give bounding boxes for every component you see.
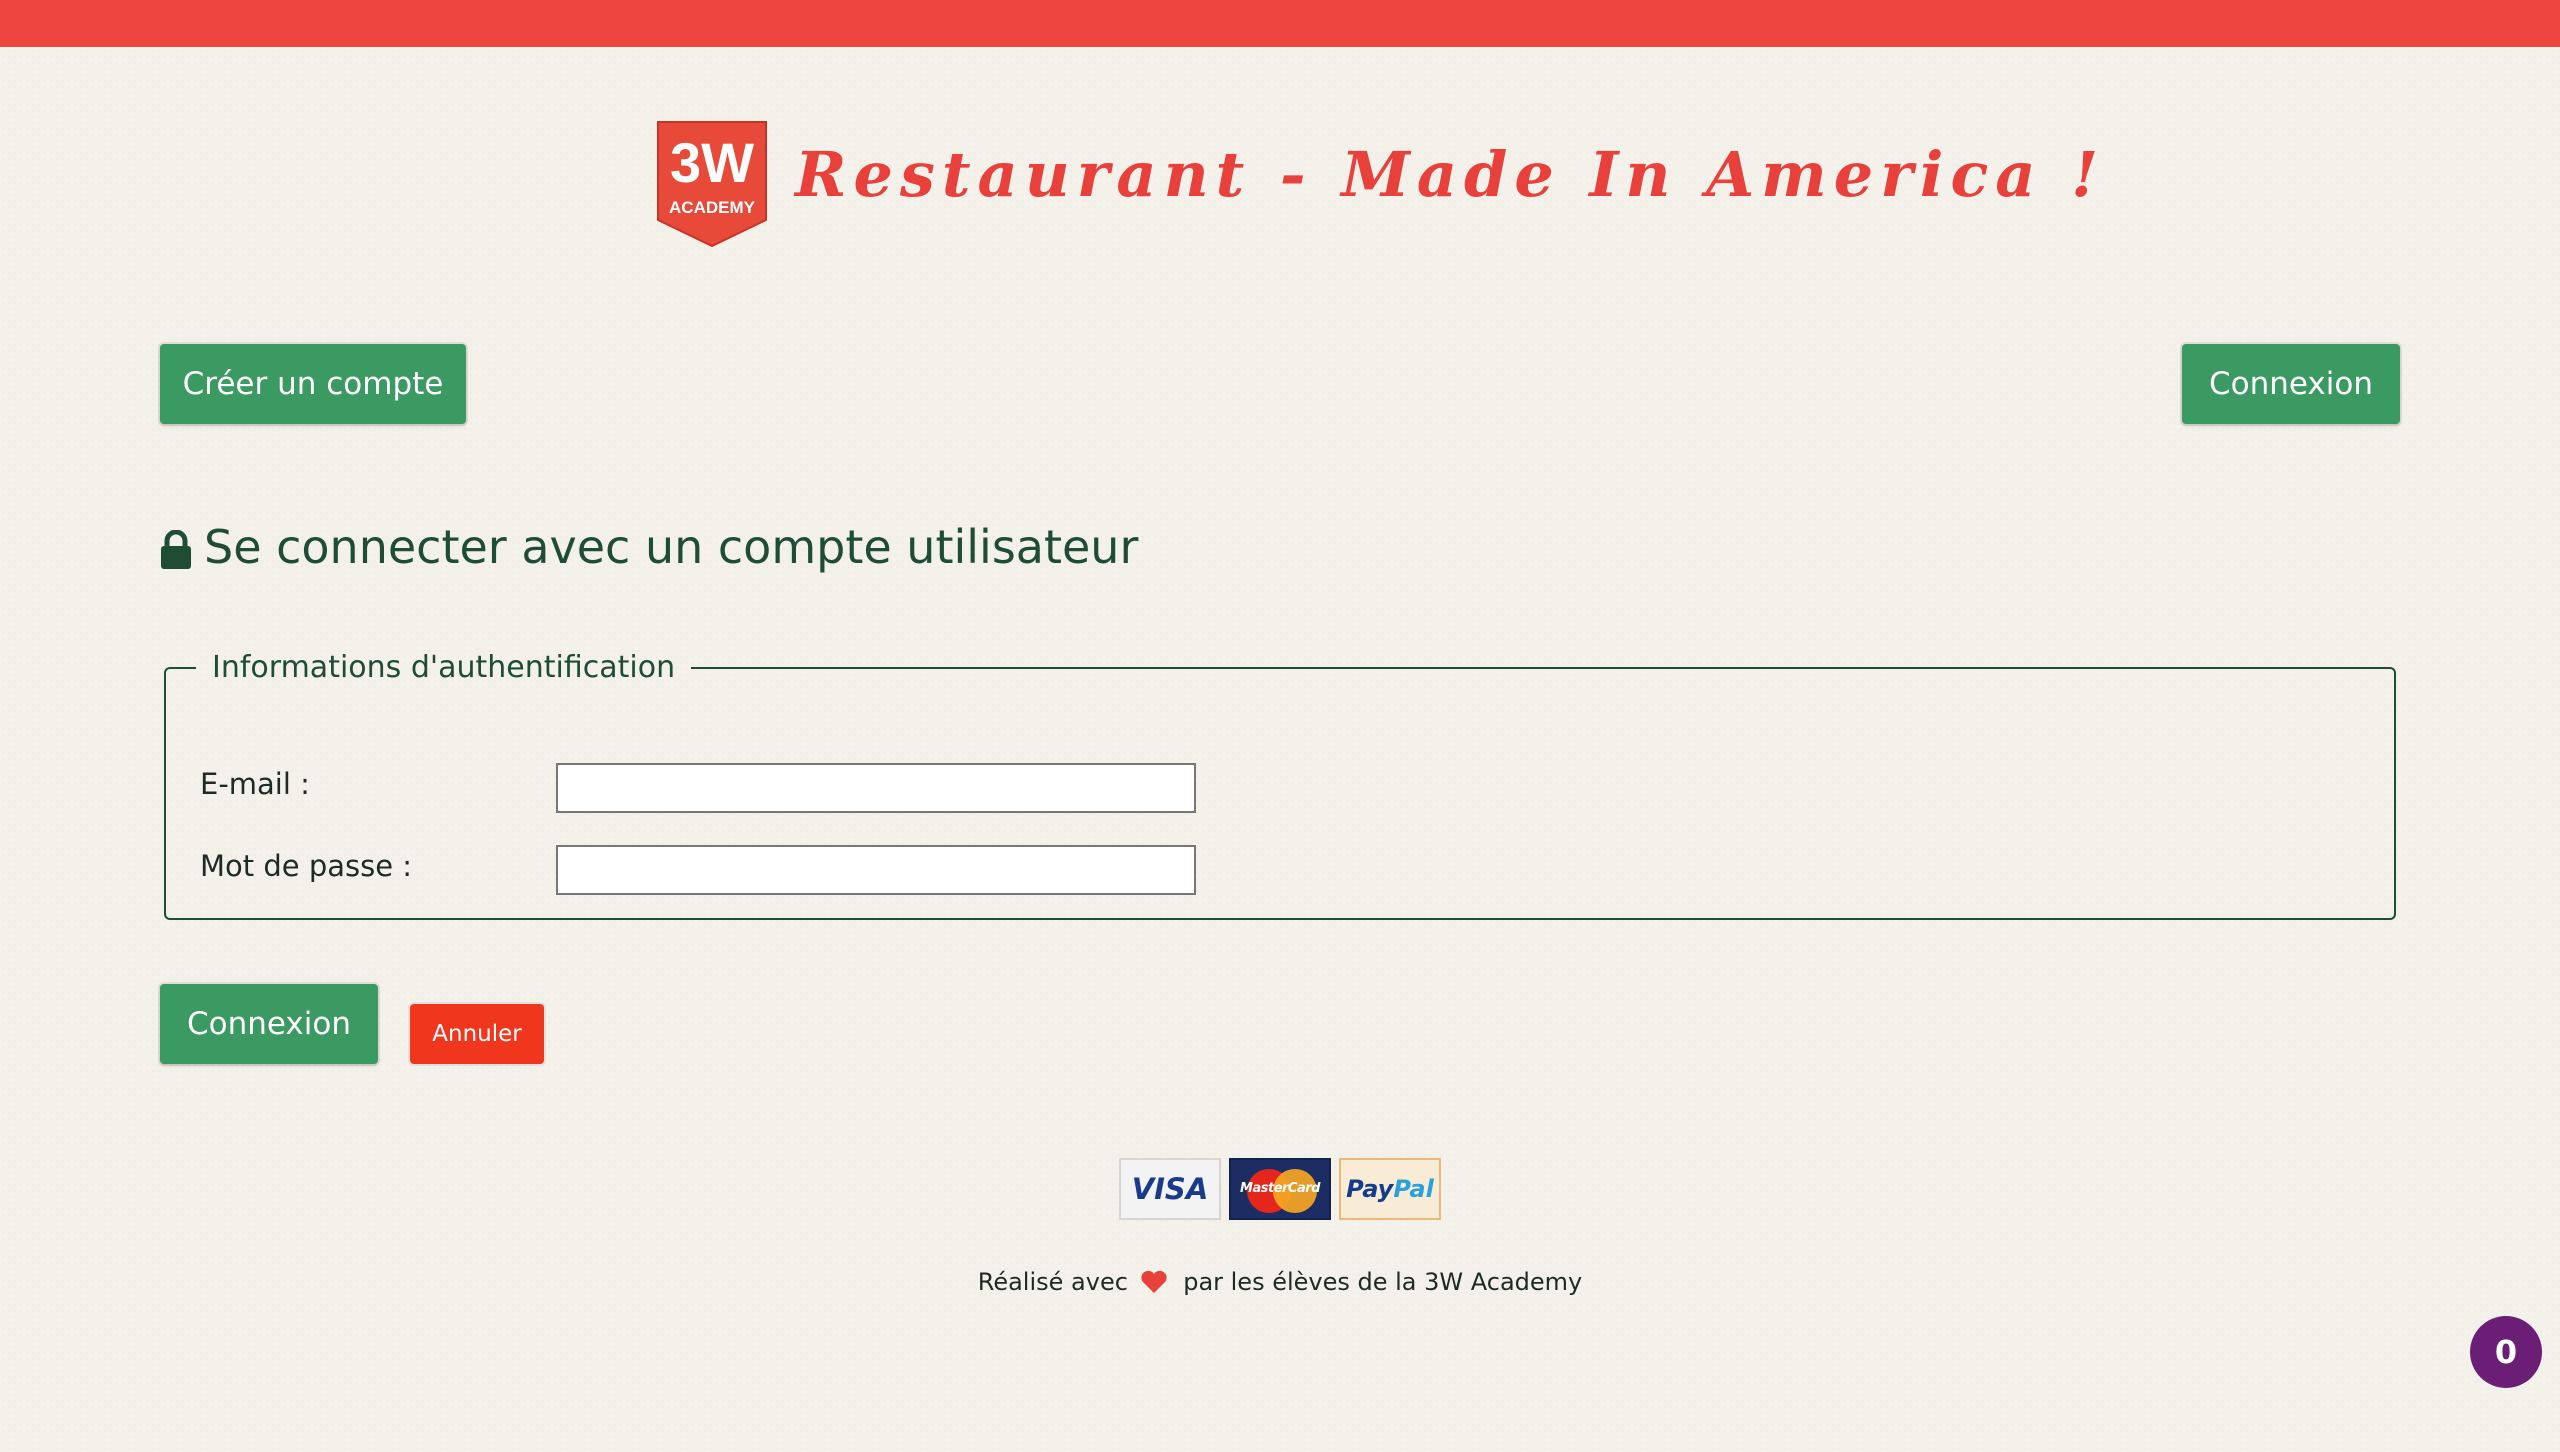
logo-text-sub: ACADEMY (669, 198, 756, 217)
academy-logo[interactable]: 3W ACADEMY (656, 120, 768, 248)
login-heading: Se connecter avec un compte utilisateur (160, 520, 1138, 574)
login-nav-button[interactable]: Connexion (2182, 344, 2400, 424)
login-submit-button[interactable]: Connexion (160, 984, 378, 1064)
password-label: Mot de passe : (200, 849, 413, 883)
site-title: Restaurant - Made In America ! (795, 138, 2106, 211)
paypal-logo-text-pal: Pal (1393, 1175, 1434, 1203)
mastercard-logo: MasterCard (1229, 1158, 1331, 1220)
credit-text-after: par les élèves de la 3W Academy (1183, 1268, 1583, 1296)
cart-count-badge[interactable]: 0 (2470, 1316, 2542, 1388)
footer-credit: Réalisé avec par les élèves de la 3W Aca… (0, 1268, 2560, 1296)
logo-text-main: 3W (670, 131, 754, 194)
top-accent-bar (0, 0, 2560, 47)
credit-text-before: Réalisé avec (977, 1268, 1128, 1296)
heart-icon (1140, 1270, 1168, 1294)
password-input[interactable] (556, 845, 1196, 895)
lock-icon (160, 527, 192, 569)
visa-logo: VISA (1119, 1158, 1221, 1220)
mastercard-logo-text: MasterCard (1240, 1181, 1320, 1196)
email-label: E-mail : (200, 767, 310, 801)
cancel-button[interactable]: Annuler (410, 1004, 544, 1064)
login-heading-text: Se connecter avec un compte utilisateur (204, 520, 1139, 574)
email-input[interactable] (556, 763, 1196, 813)
create-account-button[interactable]: Créer un compte (160, 344, 466, 424)
logo-badge-icon: 3W ACADEMY (657, 121, 767, 248)
paypal-logo: Pay Pal (1339, 1158, 1441, 1220)
paypal-logo-text-pay: Pay (1346, 1175, 1394, 1203)
site-header: 3W ACADEMY Restaurant - Made In America … (0, 120, 2560, 250)
payment-methods: VISA MasterCard Pay Pal (1119, 1158, 1441, 1224)
auth-fieldset: Informations d'authentification E-mail :… (164, 650, 2396, 920)
auth-fieldset-legend: Informations d'authentification (212, 650, 676, 685)
